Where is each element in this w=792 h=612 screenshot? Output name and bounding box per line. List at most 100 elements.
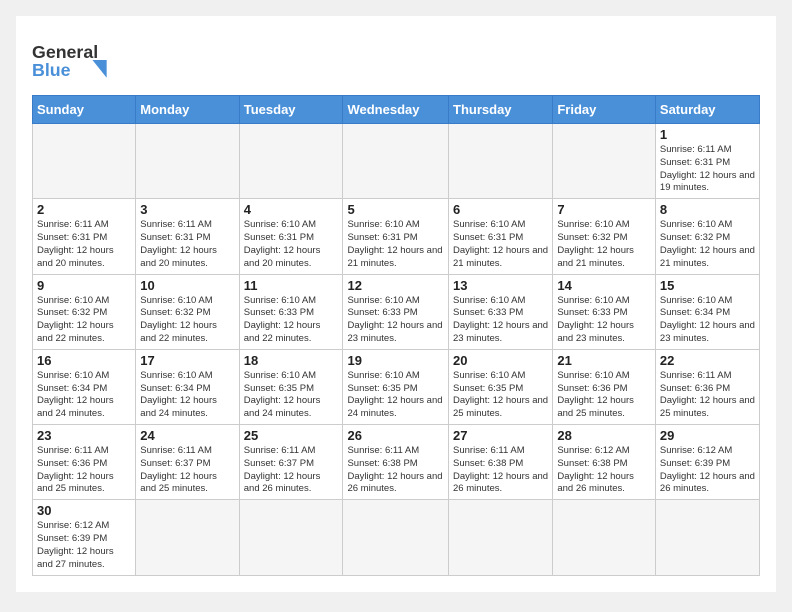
weekday-friday: Friday bbox=[553, 96, 656, 124]
day-cell: 14Sunrise: 6:10 AM Sunset: 6:33 PM Dayli… bbox=[553, 274, 656, 349]
day-number: 13 bbox=[453, 278, 548, 293]
day-number: 20 bbox=[453, 353, 548, 368]
day-info: Sunrise: 6:10 AM Sunset: 6:33 PM Dayligh… bbox=[347, 295, 444, 346]
day-number: 6 bbox=[453, 202, 548, 217]
day-info: Sunrise: 6:10 AM Sunset: 6:32 PM Dayligh… bbox=[557, 219, 651, 270]
day-info: Sunrise: 6:12 AM Sunset: 6:38 PM Dayligh… bbox=[557, 445, 651, 496]
day-info: Sunrise: 6:12 AM Sunset: 6:39 PM Dayligh… bbox=[37, 520, 131, 571]
day-cell: 27 Sunrise: 6:11 AM Sunset: 6:38 PM Dayli… bbox=[449, 425, 553, 500]
weekday-thursday: Thursday bbox=[449, 96, 553, 124]
day-info: Sunrise: 6:11 AM Sunset: 6:36 PM Dayligh… bbox=[660, 370, 755, 421]
day-cell: 11Sunrise: 6:10 AM Sunset: 6:33 PM Dayli… bbox=[239, 274, 343, 349]
day-cell: 21Sunrise: 6:10 AM Sunset: 6:36 PM Dayli… bbox=[553, 349, 656, 424]
day-number: 25 bbox=[244, 428, 339, 443]
day-number: 16 bbox=[37, 353, 131, 368]
day-cell: 29Sunrise: 6:12 AM Sunset: 6:39 PM Dayli… bbox=[655, 425, 759, 500]
day-info: Sunrise: 6:10 AM Sunset: 6:32 PM Dayligh… bbox=[140, 295, 234, 346]
day-number: 10 bbox=[140, 278, 234, 293]
day-number: 19 bbox=[347, 353, 444, 368]
day-info: Sunrise: 6:10 AM Sunset: 6:36 PM Dayligh… bbox=[557, 370, 651, 421]
day-number: 12 bbox=[347, 278, 444, 293]
day-cell bbox=[239, 124, 343, 199]
day-cell bbox=[553, 500, 656, 575]
day-info: Sunrise: 6:10 AM Sunset: 6:35 PM Dayligh… bbox=[244, 370, 339, 421]
day-info: Sunrise: 6:11 AM Sunset: 6:31 PM Dayligh… bbox=[140, 219, 234, 270]
day-cell: 22 Sunrise: 6:11 AM Sunset: 6:36 PM Dayli… bbox=[655, 349, 759, 424]
day-number: 27 bbox=[453, 428, 548, 443]
day-number: 3 bbox=[140, 202, 234, 217]
day-info: Sunrise: 6:11 AM Sunset: 6:31 PM Dayligh… bbox=[660, 144, 755, 195]
day-number: 9 bbox=[37, 278, 131, 293]
day-cell: 1 Sunrise: 6:11 AM Sunset: 6:31 PM Daylig… bbox=[655, 124, 759, 199]
day-cell bbox=[343, 124, 449, 199]
day-cell: 26Sunrise: 6:11 AM Sunset: 6:38 PM Dayli… bbox=[343, 425, 449, 500]
day-info: Sunrise: 6:10 AM Sunset: 6:31 PM Dayligh… bbox=[347, 219, 444, 270]
day-number: 22 bbox=[660, 353, 755, 368]
day-info: Sunrise: 6:10 AM Sunset: 6:32 PM Dayligh… bbox=[660, 219, 755, 270]
day-number: 2 bbox=[37, 202, 131, 217]
day-info: Sunrise: 6:10 AM Sunset: 6:31 PM Dayligh… bbox=[244, 219, 339, 270]
day-cell: 5Sunrise: 6:10 AM Sunset: 6:31 PM Daylig… bbox=[343, 199, 449, 274]
day-info: Sunrise: 6:10 AM Sunset: 6:31 PM Dayligh… bbox=[453, 219, 548, 270]
day-info: Sunrise: 6:11 AM Sunset: 6:38 PM Dayligh… bbox=[453, 445, 548, 496]
day-info: Sunrise: 6:10 AM Sunset: 6:34 PM Dayligh… bbox=[660, 295, 755, 346]
day-cell bbox=[449, 500, 553, 575]
calendar-table: SundayMondayTuesdayWednesdayThursdayFrid… bbox=[32, 95, 760, 576]
day-cell bbox=[136, 124, 239, 199]
day-cell: 2 Sunrise: 6:11 AM Sunset: 6:31 PM Daylig… bbox=[33, 199, 136, 274]
day-number: 30 bbox=[37, 503, 131, 518]
day-info: Sunrise: 6:11 AM Sunset: 6:37 PM Dayligh… bbox=[140, 445, 234, 496]
weekday-tuesday: Tuesday bbox=[239, 96, 343, 124]
day-cell: 7 Sunrise: 6:10 AM Sunset: 6:32 PM Daylig… bbox=[553, 199, 656, 274]
day-cell bbox=[655, 500, 759, 575]
day-cell: 13 Sunrise: 6:10 AM Sunset: 6:33 PM Dayli… bbox=[449, 274, 553, 349]
week-row-3: 16 Sunrise: 6:10 AM Sunset: 6:34 PM Dayli… bbox=[33, 349, 760, 424]
svg-text:Blue: Blue bbox=[32, 60, 71, 80]
day-info: Sunrise: 6:11 AM Sunset: 6:31 PM Dayligh… bbox=[37, 219, 131, 270]
weekday-sunday: Sunday bbox=[33, 96, 136, 124]
day-cell bbox=[33, 124, 136, 199]
calendar-container: General Blue SundayMondayTuesdayWednesda… bbox=[16, 16, 776, 592]
day-cell: 18 Sunrise: 6:10 AM Sunset: 6:35 PM Dayli… bbox=[239, 349, 343, 424]
day-info: Sunrise: 6:11 AM Sunset: 6:37 PM Dayligh… bbox=[244, 445, 339, 496]
logo: General Blue bbox=[32, 28, 112, 87]
day-cell: 25 Sunrise: 6:11 AM Sunset: 6:37 PM Dayli… bbox=[239, 425, 343, 500]
day-info: Sunrise: 6:10 AM Sunset: 6:34 PM Dayligh… bbox=[37, 370, 131, 421]
weekday-saturday: Saturday bbox=[655, 96, 759, 124]
day-number: 18 bbox=[244, 353, 339, 368]
day-info: Sunrise: 6:10 AM Sunset: 6:35 PM Dayligh… bbox=[347, 370, 444, 421]
weekday-header-row: SundayMondayTuesdayWednesdayThursdayFrid… bbox=[33, 96, 760, 124]
weekday-wednesday: Wednesday bbox=[343, 96, 449, 124]
day-info: Sunrise: 6:10 AM Sunset: 6:34 PM Dayligh… bbox=[140, 370, 234, 421]
day-cell: 6 Sunrise: 6:10 AM Sunset: 6:31 PM Daylig… bbox=[449, 199, 553, 274]
day-number: 4 bbox=[244, 202, 339, 217]
day-number: 11 bbox=[244, 278, 339, 293]
week-row-1: 2 Sunrise: 6:11 AM Sunset: 6:31 PM Daylig… bbox=[33, 199, 760, 274]
day-cell: 24Sunrise: 6:11 AM Sunset: 6:37 PM Dayli… bbox=[136, 425, 239, 500]
day-info: Sunrise: 6:10 AM Sunset: 6:33 PM Dayligh… bbox=[453, 295, 548, 346]
day-cell bbox=[449, 124, 553, 199]
day-cell bbox=[239, 500, 343, 575]
day-cell bbox=[136, 500, 239, 575]
day-number: 7 bbox=[557, 202, 651, 217]
day-number: 17 bbox=[140, 353, 234, 368]
week-row-0: 1 Sunrise: 6:11 AM Sunset: 6:31 PM Daylig… bbox=[33, 124, 760, 199]
weekday-monday: Monday bbox=[136, 96, 239, 124]
day-cell: 15 Sunrise: 6:10 AM Sunset: 6:34 PM Dayli… bbox=[655, 274, 759, 349]
day-info: Sunrise: 6:10 AM Sunset: 6:33 PM Dayligh… bbox=[557, 295, 651, 346]
day-number: 1 bbox=[660, 127, 755, 142]
day-number: 23 bbox=[37, 428, 131, 443]
day-number: 8 bbox=[660, 202, 755, 217]
day-cell: 23Sunrise: 6:11 AM Sunset: 6:36 PM Dayli… bbox=[33, 425, 136, 500]
day-cell: 28 Sunrise: 6:12 AM Sunset: 6:38 PM Dayli… bbox=[553, 425, 656, 500]
day-number: 28 bbox=[557, 428, 651, 443]
day-number: 15 bbox=[660, 278, 755, 293]
day-cell: 4 Sunrise: 6:10 AM Sunset: 6:31 PM Daylig… bbox=[239, 199, 343, 274]
day-cell bbox=[553, 124, 656, 199]
day-cell: 20Sunrise: 6:10 AM Sunset: 6:35 PM Dayli… bbox=[449, 349, 553, 424]
day-cell: 17 Sunrise: 6:10 AM Sunset: 6:34 PM Dayli… bbox=[136, 349, 239, 424]
day-cell: 8 Sunrise: 6:10 AM Sunset: 6:32 PM Daylig… bbox=[655, 199, 759, 274]
week-row-2: 9 Sunrise: 6:10 AM Sunset: 6:32 PM Daylig… bbox=[33, 274, 760, 349]
day-cell: 12 Sunrise: 6:10 AM Sunset: 6:33 PM Dayli… bbox=[343, 274, 449, 349]
day-cell: 10 Sunrise: 6:10 AM Sunset: 6:32 PM Dayli… bbox=[136, 274, 239, 349]
